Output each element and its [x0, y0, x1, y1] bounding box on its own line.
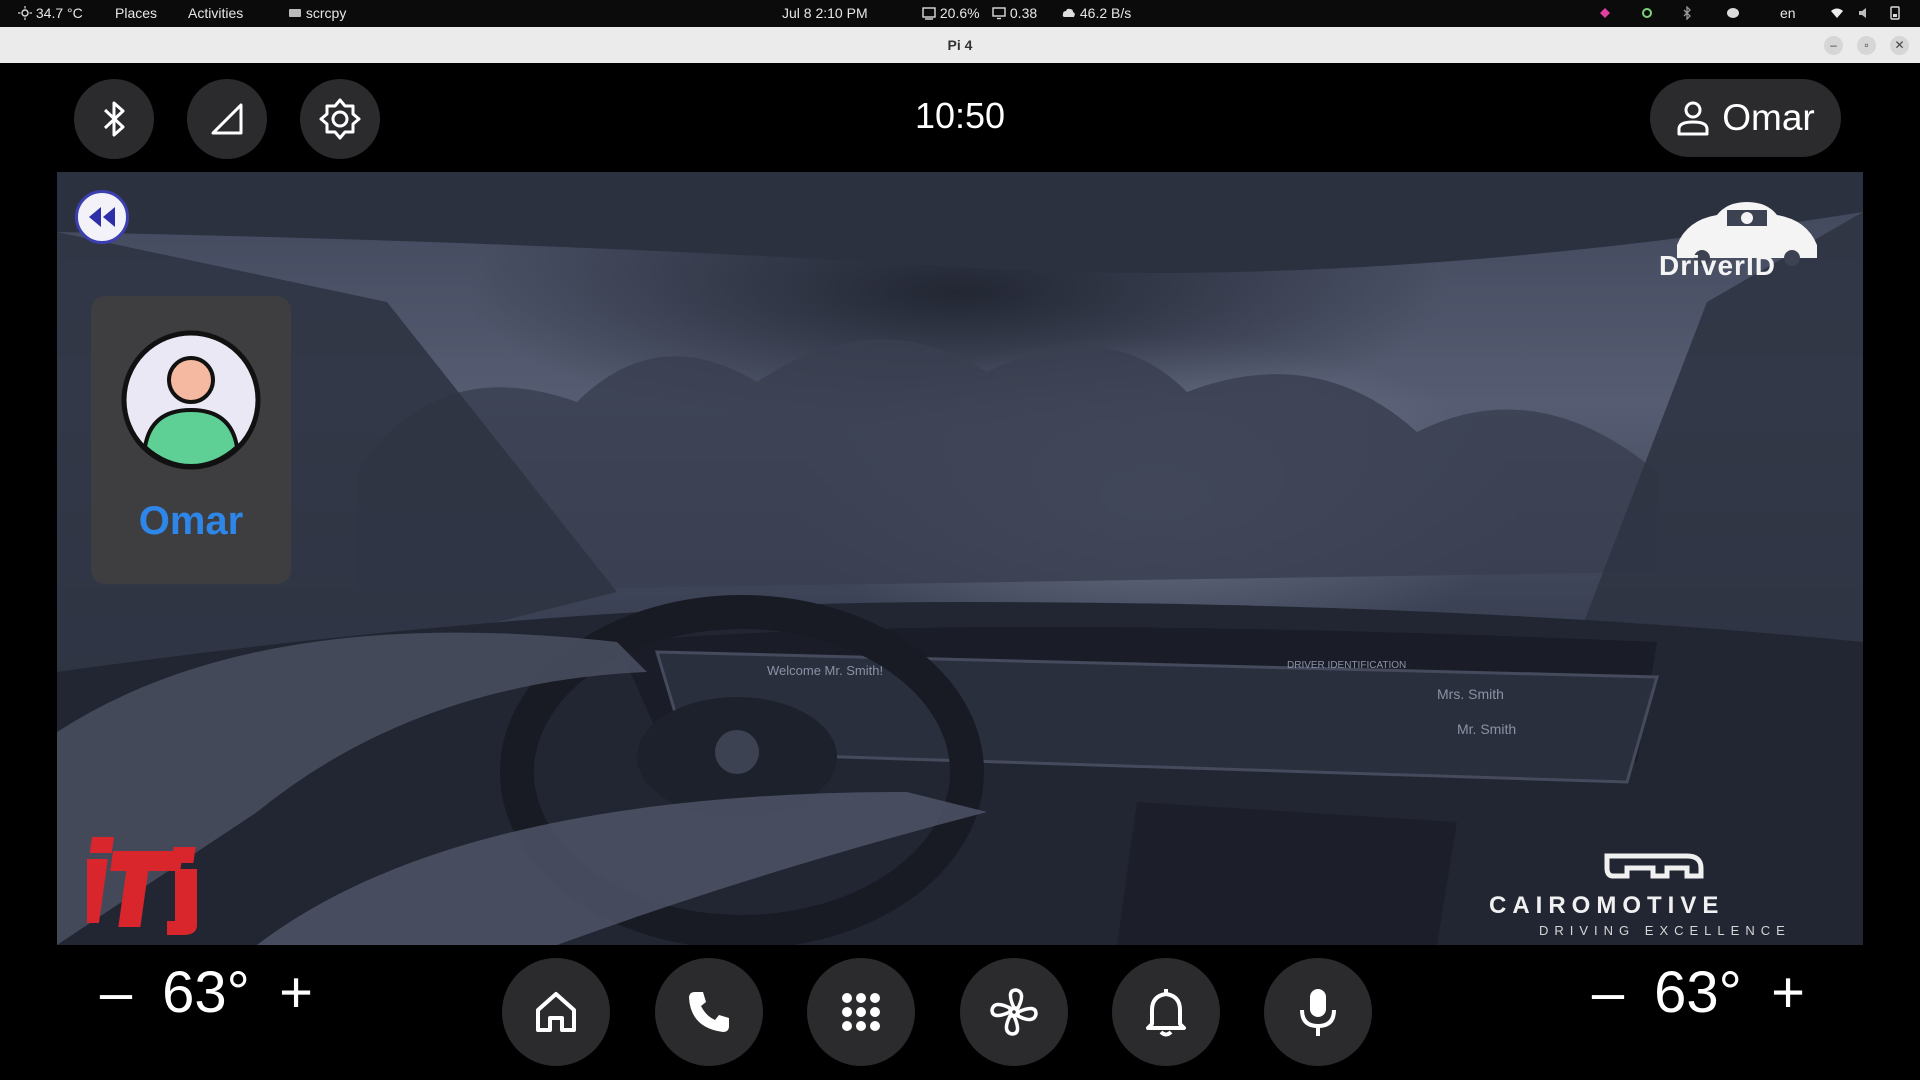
places-menu[interactable]: Places — [115, 5, 157, 21]
sun-icon — [18, 6, 32, 20]
driverid-logo-text: DriverID — [1659, 250, 1776, 281]
voice-assistant-button[interactable] — [1264, 958, 1372, 1066]
user-chip-name: Omar — [1722, 97, 1815, 138]
bluetooth-tray-icon[interactable] — [1680, 5, 1694, 21]
weather-text: 34.7 °C — [35, 5, 83, 21]
left-temperature-control: – 63° + — [86, 959, 326, 1026]
brightness-icon — [319, 98, 361, 140]
notifications-button[interactable] — [1112, 958, 1220, 1066]
app-menu[interactable]: scrcpy — [288, 5, 346, 21]
driver-profile-card[interactable]: Omar — [91, 296, 291, 584]
phone-button[interactable] — [655, 958, 763, 1066]
cairomotive-tagline: DRIVING EXCELLENCE — [1539, 923, 1791, 938]
microphone-icon — [1300, 989, 1336, 1036]
load-text: 0.38 — [1009, 5, 1038, 21]
language-indicator[interactable]: en — [1780, 5, 1796, 21]
home-icon — [536, 992, 576, 1032]
driver-background-scene: Welcome Mr. Smith! DRIVER IDENTIFICATION… — [57, 172, 1863, 945]
tray-app-icon-2[interactable] — [1640, 5, 1654, 21]
wifi-icon[interactable] — [1830, 5, 1844, 21]
volume-icon[interactable] — [1858, 5, 1872, 21]
cpu-indicator: 20.6% — [922, 5, 980, 21]
date-time[interactable]: Jul 8 2:10 PM — [782, 5, 868, 21]
headset-tray-icon[interactable] — [1726, 5, 1740, 21]
bell-icon — [1146, 989, 1186, 1037]
app-name: scrcpy — [305, 5, 347, 21]
rewind-icon — [89, 207, 115, 227]
bluetooth-button[interactable] — [74, 79, 154, 159]
cloud-upload-icon — [1062, 8, 1075, 17]
svg-text:DRIVER IDENTIFICATION: DRIVER IDENTIFICATION — [1287, 660, 1406, 671]
right-temperature: 63° — [1654, 960, 1742, 1025]
cairomotive-wordmark: CAIROMOTIVE — [1489, 892, 1725, 919]
tray-app-icon-1[interactable] — [1598, 5, 1612, 21]
apps-button[interactable] — [807, 958, 915, 1066]
cpu-icon — [922, 7, 936, 20]
fan-icon — [990, 988, 1038, 1036]
infotainment-screen: 10:50 Omar Welcome Mr. Smith! DRIVER IDE… — [0, 63, 1920, 1080]
left-temp-increase-button[interactable]: + — [266, 959, 326, 1026]
network-indicator: 46.2 B/s — [1062, 5, 1131, 21]
fan-button[interactable] — [960, 958, 1068, 1066]
left-temp-decrease-button[interactable]: – — [86, 959, 146, 1026]
user-profile-button[interactable]: Omar — [1650, 79, 1841, 157]
window-title-bar[interactable]: Pi 4 – ▫ ✕ — [0, 27, 1920, 63]
weather-indicator[interactable]: 34.7 °C — [18, 5, 83, 21]
maximize-button[interactable]: ▫ — [1857, 36, 1876, 55]
minimize-button[interactable]: – — [1824, 36, 1843, 55]
signal-button[interactable] — [187, 79, 267, 159]
svg-text:Welcome Mr. Smith!: Welcome Mr. Smith! — [767, 663, 883, 678]
left-temperature: 63° — [162, 960, 250, 1025]
right-temperature-control: – 63° + — [1578, 959, 1818, 1026]
back-button[interactable] — [75, 190, 129, 244]
avatar — [121, 330, 261, 470]
iti-logo — [87, 837, 197, 935]
svg-text:Mr. Smith: Mr. Smith — [1457, 721, 1516, 737]
load-indicator: 0.38 — [992, 5, 1037, 21]
person-icon — [1677, 101, 1709, 136]
phone-icon — [689, 992, 729, 1032]
clock: 10:50 — [914, 95, 1006, 136]
network-text: 46.2 B/s — [1079, 5, 1132, 21]
home-button[interactable] — [502, 958, 610, 1066]
activities-button[interactable]: Activities — [188, 5, 243, 21]
car-interior-illustration: Welcome Mr. Smith! DRIVER IDENTIFICATION… — [57, 172, 1863, 945]
bluetooth-icon — [103, 101, 125, 137]
close-button[interactable]: ✕ — [1890, 36, 1909, 55]
driver-name: Omar — [138, 499, 244, 543]
cellular-signal-icon — [211, 103, 243, 135]
monitor-icon — [992, 7, 1006, 20]
system-top-bar: 34.7 °C Places Activities scrcpy Jul 8 2… — [0, 0, 1920, 27]
right-temp-increase-button[interactable]: + — [1758, 959, 1818, 1026]
scrcpy-icon — [289, 9, 301, 17]
svg-text:Mrs. Smith: Mrs. Smith — [1437, 686, 1504, 702]
window-title: Pi 4 — [947, 37, 973, 53]
brightness-button[interactable] — [300, 79, 380, 159]
battery-icon[interactable] — [1888, 5, 1902, 21]
cpu-text: 20.6% — [939, 5, 980, 21]
apps-grid-icon — [842, 993, 880, 1031]
right-temp-decrease-button[interactable]: – — [1578, 959, 1638, 1026]
